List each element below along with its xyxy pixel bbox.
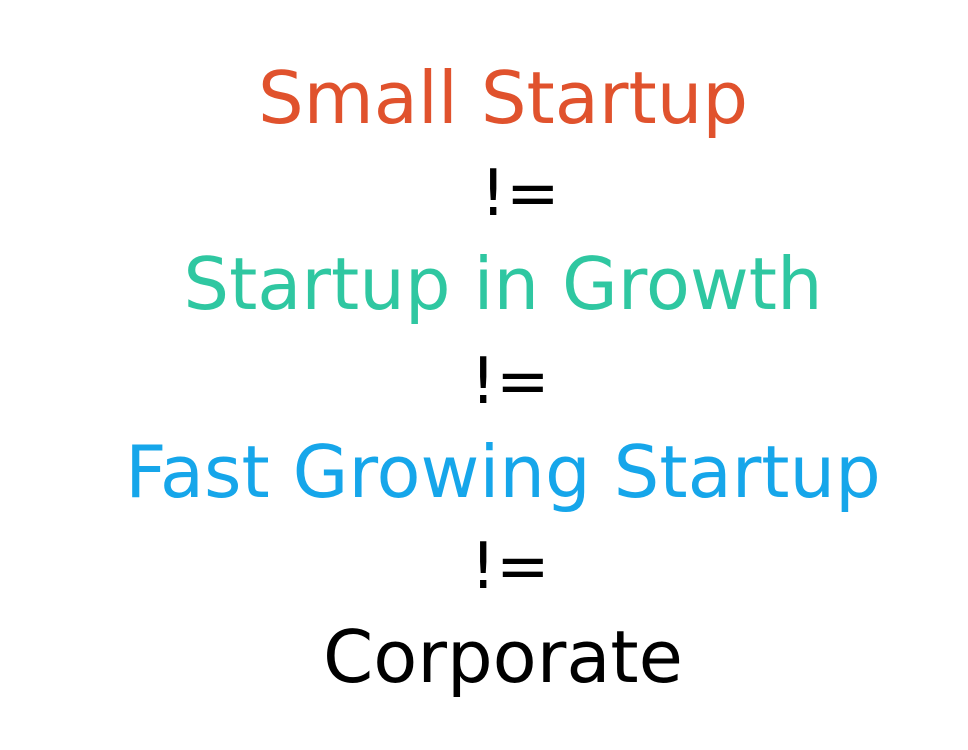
not-equal-operator: != [480,157,560,231]
stage-startup-in-growth: Startup in Growth [183,242,823,326]
stage-fast-growing-startup: Fast Growing Startup [125,430,881,514]
stage-corporate: Corporate [323,615,683,699]
not-equal-operator: != [470,345,550,419]
stage-small-startup: Small Startup [257,56,749,140]
not-equal-operator: != [470,530,550,604]
startup-stages-graphic: Small Startup != Startup in Growth != Fa… [0,0,968,750]
